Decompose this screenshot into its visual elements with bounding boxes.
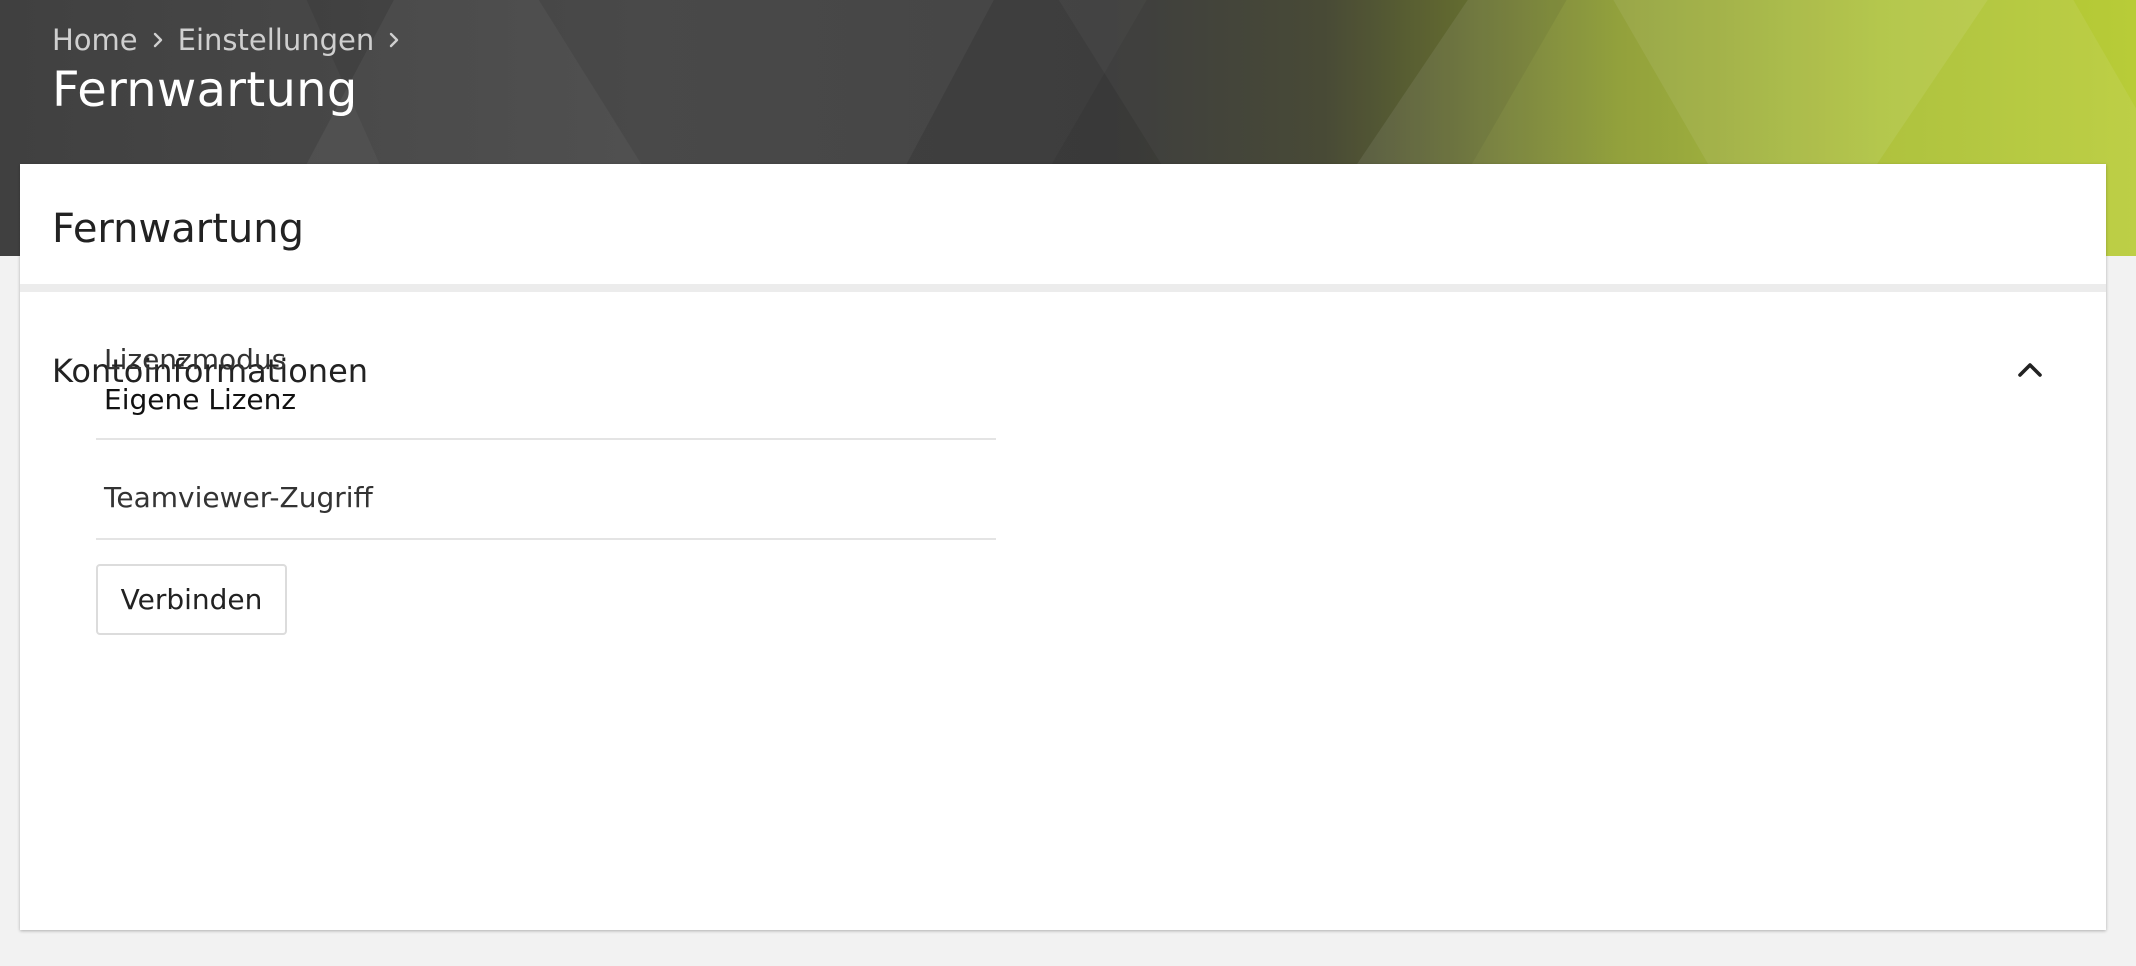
breadcrumb: Home Einstellungen — [52, 20, 414, 60]
teamviewer-access-field: Teamviewer-Zugriff — [96, 440, 996, 540]
breadcrumb-settings-link[interactable]: Einstellungen — [178, 23, 375, 57]
teamviewer-access-label: Teamviewer-Zugriff — [104, 481, 373, 514]
card-header: Fernwartung — [20, 164, 2106, 292]
license-mode-field: Lizenzmodus Eigene Lizenz — [96, 320, 996, 440]
card-title: Fernwartung — [52, 206, 304, 252]
account-info-fields: Lizenzmodus Eigene Lizenz Teamviewer-Zug… — [96, 320, 996, 540]
license-mode-value: Eigene Lizenz — [104, 383, 297, 416]
license-mode-label: Lizenzmodus — [104, 343, 287, 376]
page-title: Fernwartung — [52, 62, 358, 118]
remote-maintenance-card: Fernwartung Kontoinformationen — [20, 164, 2106, 930]
chevron-right-icon — [138, 20, 178, 60]
chevron-up-icon[interactable] — [2005, 346, 2055, 396]
connect-button[interactable]: Verbinden — [96, 564, 287, 635]
chevron-right-icon — [374, 20, 414, 60]
breadcrumb-home-link[interactable]: Home — [52, 23, 138, 57]
